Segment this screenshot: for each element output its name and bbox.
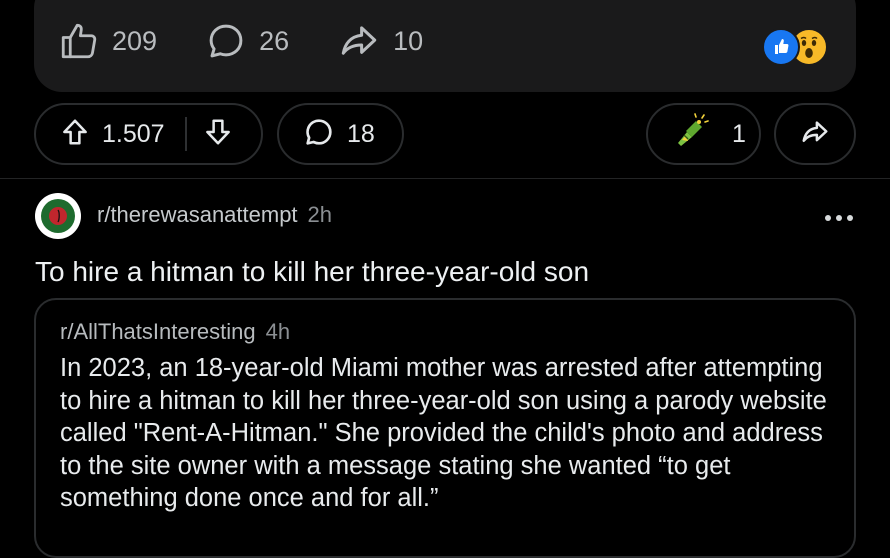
vote-divider — [184, 117, 187, 151]
share-icon — [799, 117, 831, 152]
thumbs-up-icon — [58, 20, 100, 62]
comment-count: 18 — [347, 119, 375, 148]
like-reaction-icon — [762, 28, 800, 66]
downvote-icon[interactable] — [203, 117, 233, 152]
post-title[interactable]: To hire a hitman to kill her three-year-… — [35, 256, 589, 288]
crosspost-meta: r/AllThatsInteresting 4h — [60, 319, 290, 345]
fb-share-stat: 10 — [337, 20, 423, 62]
fb-share-count: 10 — [393, 25, 424, 56]
reaction-icons — [762, 28, 832, 66]
post-divider — [0, 178, 890, 179]
fb-like-count: 209 — [112, 25, 158, 56]
post-time: 2h — [307, 202, 333, 227]
crosspost-card[interactable]: r/AllThatsInteresting 4h In 2023, an 18-y… — [34, 298, 856, 558]
embedded-facebook-card: 209 26 10 — [34, 0, 856, 92]
vote-pill: 1.507 — [34, 103, 263, 165]
facebook-action-bar: 209 26 10 — [58, 20, 471, 62]
crosspost-time: 4h — [265, 319, 291, 344]
award-button[interactable]: 1 — [646, 103, 761, 165]
upvote-icon[interactable] — [60, 117, 90, 152]
fb-like-stat: 209 — [58, 20, 157, 62]
share-arrow-icon — [337, 20, 381, 62]
vote-score: 1.507 — [102, 119, 165, 148]
award-icon — [672, 112, 710, 156]
chat-icon — [303, 116, 335, 153]
subreddit-name[interactable]: r/therewasanattempt — [97, 202, 298, 227]
crosspost-subreddit[interactable]: r/AllThatsInteresting — [60, 319, 256, 344]
more-dots-icon[interactable] — [823, 210, 855, 228]
fb-comment-stat: 26 — [205, 20, 289, 62]
post-meta: r/therewasanattempt 2h — [97, 202, 332, 228]
comments-button[interactable]: 18 — [277, 103, 404, 165]
share-button[interactable] — [774, 103, 856, 165]
crosspost-body: In 2023, an 18-year-old Miami mother was… — [60, 354, 827, 512]
award-count: 1 — [732, 119, 746, 148]
subreddit-avatar[interactable] — [35, 193, 81, 239]
fb-comment-count: 26 — [259, 25, 290, 56]
comment-bubble-icon — [205, 20, 247, 62]
